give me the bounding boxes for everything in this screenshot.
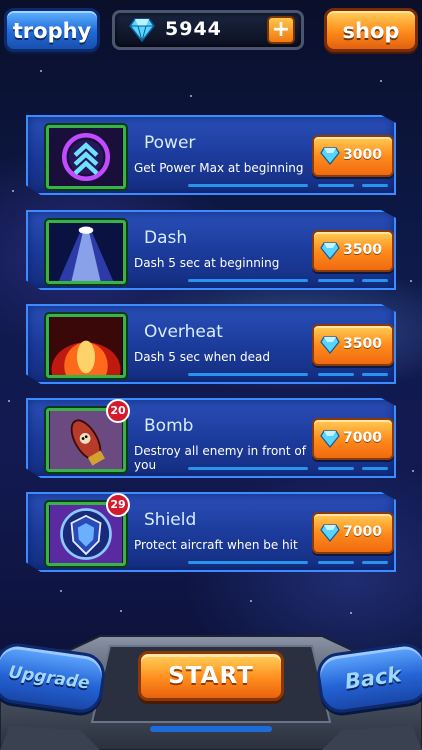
gem-icon: [320, 147, 340, 165]
shop-button[interactable]: shop: [324, 8, 418, 52]
buy-button[interactable]: 3500: [312, 230, 394, 272]
item-count-badge: 29: [106, 493, 130, 517]
item-title: Power: [144, 133, 196, 153]
chevron-up-icon: [49, 128, 123, 186]
card-divider: [362, 373, 388, 376]
item-card-dash: Dash Dash 5 sec at beginning 3500: [26, 210, 396, 290]
item-title: Bomb: [144, 416, 194, 436]
card-divider: [318, 561, 354, 564]
item-icon-frame: [46, 125, 126, 189]
buy-button[interactable]: 7000: [312, 512, 394, 554]
buy-button[interactable]: 3000: [312, 135, 394, 177]
card-divider: [362, 184, 388, 187]
card-divider: [188, 184, 308, 187]
item-card-bomb: 20 Bomb Destroy all enemy in front of you 7…: [26, 398, 396, 478]
card-divider: [318, 373, 354, 376]
item-price: 3000: [343, 147, 382, 163]
item-description: Get Power Max at beginning: [134, 161, 304, 175]
item-title: Shield: [144, 510, 197, 530]
gem-icon: [320, 336, 340, 354]
item-card-shield: 29 Shield Protect aircraft when be hit 7000: [26, 492, 396, 572]
item-title: Dash: [144, 228, 188, 248]
gem-count: 5944: [165, 18, 222, 40]
card-divider: [362, 561, 388, 564]
gem-icon: [320, 524, 340, 542]
card-divider: [318, 279, 354, 282]
card-divider: [362, 467, 388, 470]
gem-balance: 5944 +: [112, 10, 304, 50]
item-count-badge: 20: [106, 399, 130, 423]
card-divider: [188, 467, 308, 470]
gem-icon: [320, 242, 340, 260]
bottom-dock: Upgrade START Back: [0, 630, 422, 750]
item-price: 7000: [343, 430, 382, 446]
item-price: 3500: [343, 336, 382, 352]
item-title: Overheat: [144, 322, 223, 342]
item-description: Dash 5 sec when dead: [134, 350, 270, 364]
buy-button[interactable]: 7000: [312, 418, 394, 460]
card-divider: [188, 561, 308, 564]
start-button[interactable]: START: [138, 651, 284, 701]
item-card-power: Power Get Power Max at beginning 3000: [26, 115, 396, 195]
item-icon-frame: [46, 220, 126, 284]
card-divider: [188, 279, 308, 282]
fire-burst-icon: [49, 317, 123, 375]
card-divider: [318, 467, 354, 470]
card-divider: [188, 373, 308, 376]
item-price: 3500: [343, 242, 382, 258]
gem-icon: [320, 430, 340, 448]
item-description: Dash 5 sec at beginning: [134, 256, 280, 270]
light-beam-icon: [49, 223, 123, 281]
item-card-overheat: Overheat Dash 5 sec when dead 3500: [26, 304, 396, 384]
buy-button[interactable]: 3500: [312, 324, 394, 366]
gem-icon: [129, 18, 155, 42]
card-divider: [362, 279, 388, 282]
card-divider: [318, 184, 354, 187]
item-icon-frame: [46, 314, 126, 378]
item-description: Protect aircraft when be hit: [134, 538, 298, 552]
add-gems-button[interactable]: +: [267, 16, 295, 44]
item-price: 7000: [343, 524, 382, 540]
trophy-button[interactable]: trophy: [4, 8, 100, 52]
